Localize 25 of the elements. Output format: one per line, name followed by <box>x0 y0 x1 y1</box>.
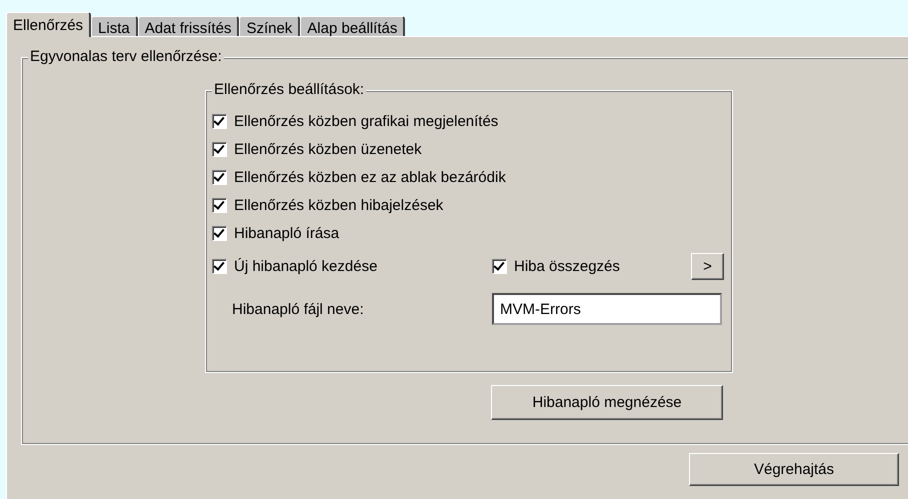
checkbox[interactable] <box>212 259 227 274</box>
checkbox[interactable] <box>212 198 227 213</box>
view-log-button[interactable]: Hibanapló megnézése <box>491 385 723 420</box>
checkbox-label: Ellenőrzés közben hibajelzések <box>234 197 444 214</box>
checkbox-label: Hiba összegzés <box>514 258 621 275</box>
more-button[interactable]: > <box>691 253 724 280</box>
field-label: Hibanapló fájl neve: <box>231 300 365 318</box>
checkbox-label: Új hibanapló kezdése <box>234 258 378 275</box>
tab[interactable]: Adat frissítés <box>138 16 240 36</box>
run-button[interactable]: Végrehajtás <box>689 453 899 486</box>
tab[interactable]: Lista <box>91 16 138 36</box>
tab[interactable]: Ellenőrzés <box>6 12 92 37</box>
group-title: Egyvonalas terv ellenőrzése: <box>28 48 224 65</box>
checkbox-label: Ellenőrzés közben grafikai megjelenítés <box>234 113 498 130</box>
tab[interactable]: Színek <box>239 16 300 36</box>
tab[interactable]: Alap beállítás <box>300 16 406 36</box>
checkbox[interactable] <box>212 226 227 241</box>
checkbox-label: Hibanapló írása <box>234 225 340 242</box>
input-field[interactable]: MVM-Errors <box>492 293 722 325</box>
checkbox-label: Ellenőrzés közben ez az ablak bezáródik <box>234 169 506 186</box>
checkbox[interactable] <box>212 114 227 129</box>
checkbox[interactable] <box>212 142 227 157</box>
checkbox-label: Ellenőrzés közben üzenetek <box>234 141 422 158</box>
checkbox[interactable] <box>492 259 507 274</box>
checkbox[interactable] <box>212 170 227 185</box>
